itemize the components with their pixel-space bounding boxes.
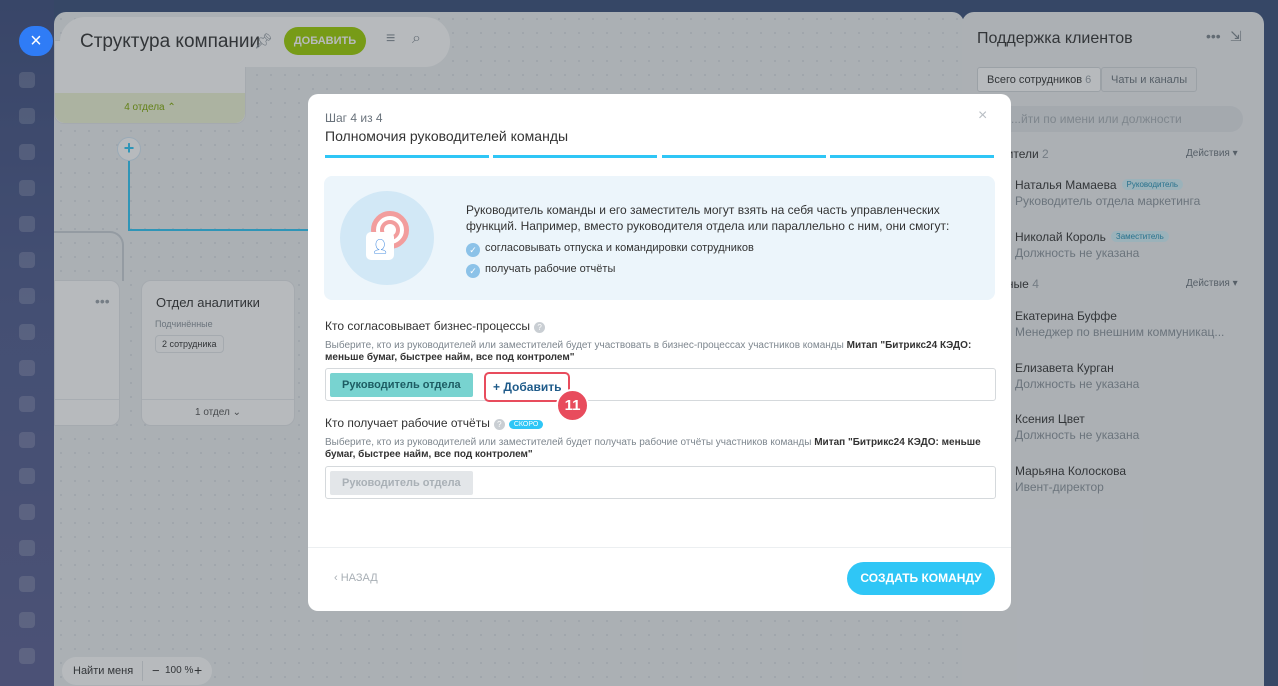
check-icon: ✓ xyxy=(466,243,480,257)
team-wizard-modal: Шаг 4 из 4 Полномочия руководителей кома… xyxy=(308,94,1011,611)
info-item-text: получать рабочие отчёты xyxy=(485,263,616,275)
create-team-button[interactable]: СОЗДАТЬ КОМАНДУ xyxy=(847,562,995,595)
question-description: Выберите, кто из руководителей или замес… xyxy=(325,437,985,461)
step-number-badge: 11 xyxy=(556,389,589,422)
question-text: Кто согласовывает бизнес-процессы xyxy=(325,319,531,333)
info-text: Руководитель команды и его заместитель м… xyxy=(466,203,950,233)
close-slider-button[interactable]: × xyxy=(19,26,53,56)
help-icon[interactable]: ? xyxy=(493,419,505,430)
disabled-chip: Руководитель отдела xyxy=(330,471,473,495)
check-icon: ✓ xyxy=(466,264,480,278)
divider xyxy=(308,547,1011,548)
info-item-text: согласовывать отпуска и командировки сот… xyxy=(485,242,754,254)
user-icon: 👤︎ xyxy=(366,232,394,260)
question-label: Кто согласовывает бизнес-процессы? xyxy=(325,319,546,333)
question-description: Выберите, кто из руководителей или замес… xyxy=(325,340,985,364)
progress-segment xyxy=(830,155,994,158)
info-banner: 👤︎ Руководитель команды и его заместител… xyxy=(324,176,995,300)
progress-segment xyxy=(493,155,657,158)
info-item: ✓ согласовывать отпуска и командировки со… xyxy=(466,242,754,257)
desc-text: Выберите, кто из руководителей или замес… xyxy=(325,437,815,448)
help-icon[interactable]: ? xyxy=(534,322,546,333)
report-recipients-field: Руководитель отдела xyxy=(325,466,996,499)
question-text: Кто получает рабочие отчёты xyxy=(325,416,490,430)
step-indicator: Шаг 4 из 4 xyxy=(325,111,383,125)
selected-chip[interactable]: Руководитель отдела xyxy=(330,373,473,397)
question-label: Кто получает рабочие отчёты? СКОРО xyxy=(325,416,544,430)
info-item: ✓ получать рабочие отчёты xyxy=(466,263,615,278)
modal-title: Полномочия руководителей команды xyxy=(325,128,569,144)
soon-badge: СКОРО xyxy=(508,420,544,429)
back-button[interactable]: ‹ НАЗАД xyxy=(334,572,378,584)
close-icon[interactable]: × xyxy=(978,107,987,125)
approvers-field[interactable]: Руководитель отдела + Добавить 11 xyxy=(325,368,996,422)
progress-segment xyxy=(662,155,826,158)
desc-text: Выберите, кто из руководителей или замес… xyxy=(325,340,847,351)
progress-segment xyxy=(325,155,489,158)
